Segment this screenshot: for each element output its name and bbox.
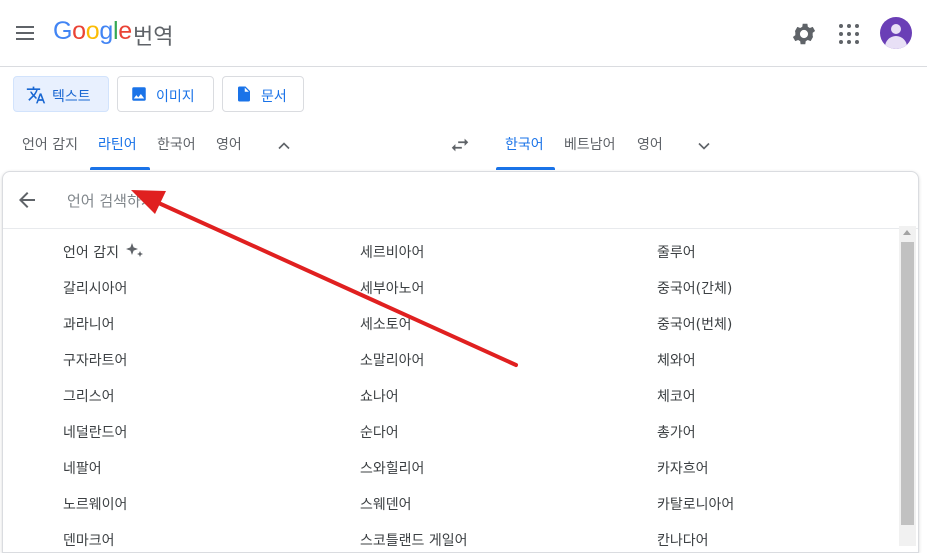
language-option[interactable]: 언어 감지 [63, 242, 145, 264]
language-option[interactable]: 총가어 [657, 422, 696, 442]
language-option[interactable]: 스코틀랜드 게일어 [360, 530, 468, 550]
logo-letter: G [53, 17, 73, 45]
language-option[interactable]: 과라니어 [63, 314, 115, 334]
google-logo[interactable]: Google [53, 17, 132, 46]
source-lang-korean[interactable]: 한국어 [157, 134, 196, 154]
sparkle-icon [125, 242, 145, 264]
account-avatar[interactable] [880, 17, 912, 49]
language-option[interactable]: 줄루어 [657, 242, 696, 262]
language-option[interactable]: 칸나다어 [657, 530, 709, 550]
language-option[interactable]: 네팔어 [63, 458, 102, 478]
chevron-down-icon[interactable] [694, 136, 714, 156]
language-option[interactable]: 카자흐어 [657, 458, 709, 478]
language-search-bar [3, 172, 918, 229]
language-option[interactable]: 노르웨이어 [63, 494, 127, 514]
language-label: 언어 감지 [63, 245, 119, 261]
text-mode-label: 텍스트 [52, 89, 91, 105]
logo-letter: o [85, 17, 100, 45]
image-icon [130, 85, 148, 103]
language-picker-panel: 언어 감지 갈리시아어 과라니어 구자라트어 그리스어 네덜란드어 네팔어 노르… [2, 171, 919, 553]
translate-icon [26, 85, 46, 104]
language-option[interactable]: 스와힐리어 [360, 458, 424, 478]
chevron-up-icon[interactable] [274, 136, 294, 156]
source-lang-latin[interactable]: 라틴어 [98, 134, 137, 154]
scrollbar-thumb[interactable] [901, 242, 914, 525]
language-option[interactable]: 네덜란드어 [63, 422, 127, 442]
language-option[interactable]: 체와어 [657, 350, 696, 370]
image-mode-label: 이미지 [156, 89, 195, 105]
hamburger-icon[interactable] [12, 22, 38, 46]
language-option[interactable]: 중국어(번체) [657, 314, 732, 334]
logo-letter: o [72, 17, 86, 45]
language-list-scrollbar[interactable] [899, 226, 916, 546]
language-option[interactable]: 중국어(간체) [657, 278, 732, 298]
language-option[interactable]: 체코어 [657, 386, 696, 406]
language-option[interactable]: 카탈로니아어 [657, 494, 734, 514]
app-header: Google 번역 [0, 0, 927, 67]
language-option[interactable]: 세소토어 [360, 314, 412, 334]
text-mode-button[interactable]: 텍스트 [13, 76, 109, 112]
gear-icon[interactable] [790, 20, 818, 48]
swap-languages-icon[interactable] [448, 134, 472, 156]
target-tab-indicator [496, 167, 555, 170]
source-lang-detect[interactable]: 언어 감지 [22, 134, 78, 154]
language-option[interactable]: 세르비아어 [360, 242, 424, 262]
logo-letter: e [118, 17, 132, 45]
language-option[interactable]: 세부아노어 [360, 278, 424, 298]
document-mode-label: 문서 [261, 89, 287, 105]
target-lang-korean[interactable]: 한국어 [505, 134, 544, 154]
language-option[interactable]: 구자라트어 [63, 350, 127, 370]
target-lang-english[interactable]: 영어 [637, 134, 663, 154]
language-option[interactable]: 갈리시아어 [63, 278, 127, 298]
scroll-up-arrow-icon[interactable] [903, 230, 911, 235]
logo-letter: g [99, 17, 113, 45]
image-mode-button[interactable]: 이미지 [117, 76, 214, 112]
document-icon [235, 85, 253, 103]
language-option[interactable]: 소말리아어 [360, 350, 424, 370]
apps-grid-icon[interactable] [835, 20, 863, 48]
app-title: 번역 [133, 25, 174, 50]
source-lang-english[interactable]: 영어 [216, 134, 242, 154]
language-option[interactable]: 덴마크어 [63, 530, 115, 550]
document-mode-button[interactable]: 문서 [222, 76, 304, 112]
language-option[interactable]: 순다어 [360, 422, 399, 442]
target-lang-vietnamese[interactable]: 베트남어 [564, 134, 616, 154]
language-option[interactable]: 스웨덴어 [360, 494, 412, 514]
language-option[interactable]: 쇼나어 [360, 386, 399, 406]
arrow-back-icon[interactable] [15, 188, 39, 212]
language-option[interactable]: 그리스어 [63, 386, 115, 406]
language-search-input[interactable] [65, 187, 569, 215]
source-tab-indicator [90, 167, 150, 170]
